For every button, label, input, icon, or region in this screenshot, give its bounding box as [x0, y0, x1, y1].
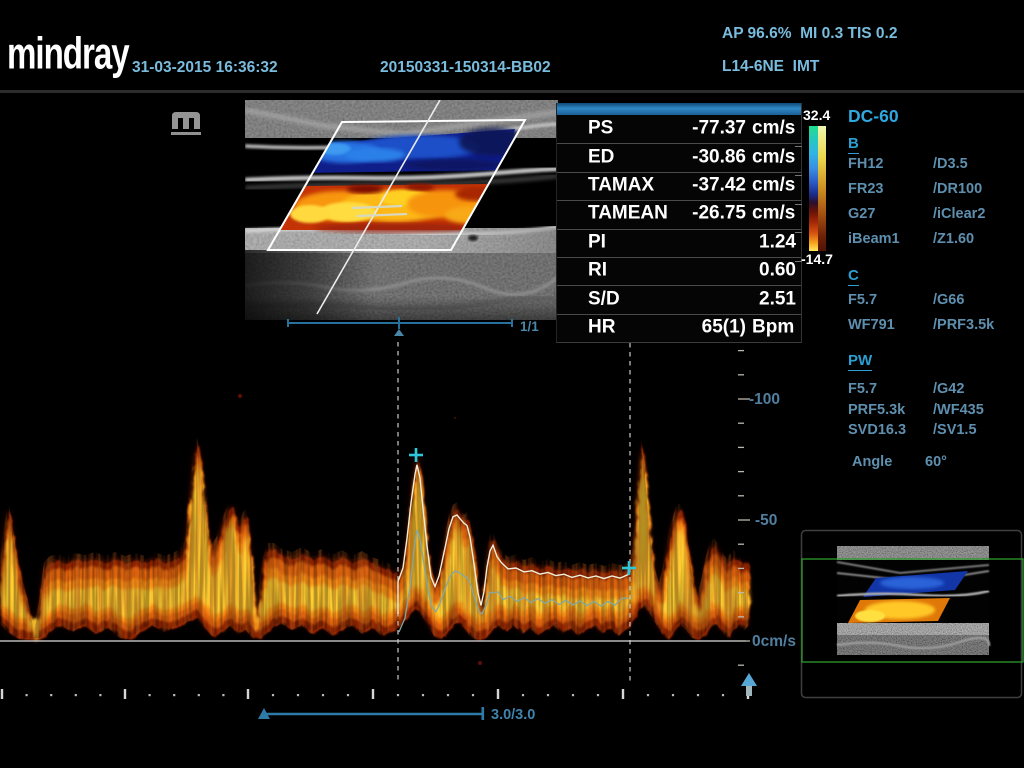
svg-text:0cm/s: 0cm/s	[752, 633, 796, 650]
svg-text:3.0/3.0: 3.0/3.0	[491, 707, 535, 723]
svg-text:-50: -50	[755, 512, 777, 529]
svg-text:1/1: 1/1	[520, 319, 539, 334]
svg-text:-100: -100	[749, 391, 780, 408]
